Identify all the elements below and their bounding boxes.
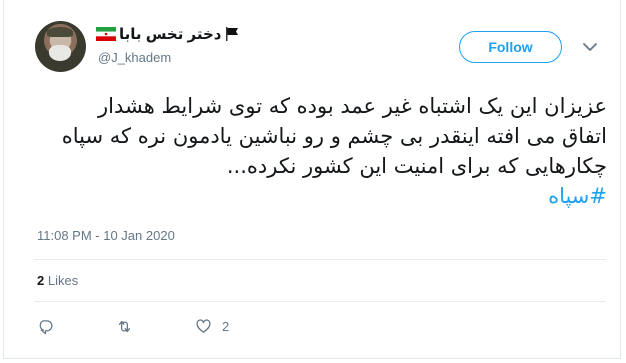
- tweet-text: عزیزان این یک اشتباه غیر عمد بوده که توی…: [34, 91, 607, 211]
- reply-button[interactable]: [37, 318, 54, 335]
- follow-button[interactable]: Follow: [459, 31, 562, 63]
- avatar[interactable]: [35, 21, 86, 72]
- reply-icon: [39, 319, 53, 334]
- likes-label: Likes: [47, 273, 79, 288]
- avatar-beard: [49, 45, 71, 61]
- black-flag-icon: [226, 27, 239, 41]
- tweet-timestamp[interactable]: 11:08 PM - 10 Jan 2020: [37, 228, 175, 243]
- heart-icon: [196, 318, 211, 333]
- tweet-line: عزیزان این یک اشتباه غیر عمد بوده که توی…: [97, 94, 607, 118]
- user-name-row[interactable]: دختر تخس بابا: [96, 24, 240, 44]
- tweet-card: دختر تخس بابا @J_khadem Follow عزیزان ای…: [3, 0, 621, 359]
- divider: [34, 301, 606, 302]
- retweet-icon: [118, 320, 131, 332]
- like-button[interactable]: 2: [195, 318, 229, 335]
- avatar-cap: [47, 27, 73, 37]
- likes-count: 2: [37, 273, 45, 288]
- tweet-actions: 2: [37, 316, 291, 336]
- chevron-down-icon[interactable]: [582, 39, 598, 55]
- like-count: 2: [222, 318, 230, 334]
- retweet-button[interactable]: [116, 318, 133, 335]
- display-name[interactable]: دختر تخس بابا: [119, 25, 221, 43]
- likes-stat[interactable]: 2 Likes: [37, 273, 78, 288]
- tweet-line: چکارهایی که برای امنیت این کشور نکرده...: [226, 154, 607, 178]
- tweet-line: اتفاق می افته اینقدر بی چشم و رو نباشین …: [61, 124, 607, 148]
- user-handle[interactable]: @J_khadem: [98, 50, 171, 65]
- divider: [34, 259, 606, 260]
- iran-flag-icon: [96, 27, 116, 41]
- hashtag-link[interactable]: #سپاه: [34, 181, 607, 211]
